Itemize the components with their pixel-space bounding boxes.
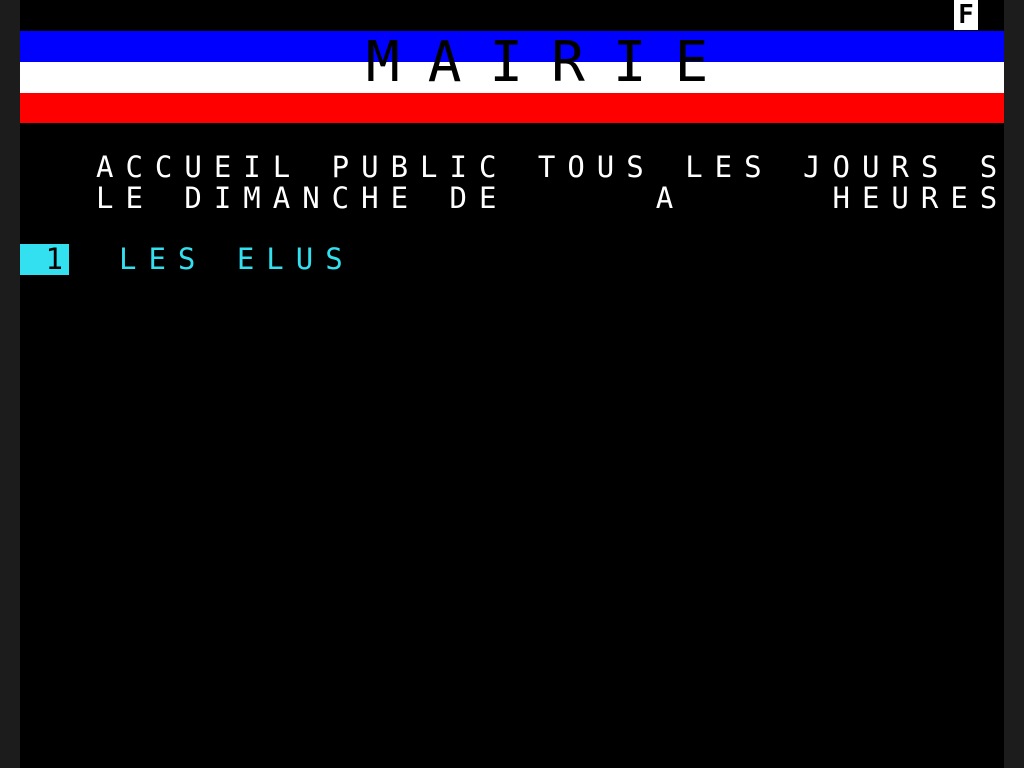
banner-red-band: [20, 93, 1004, 123]
menu-item-number: 1: [20, 244, 69, 275]
menu-item-label[interactable]: LES ELUS: [119, 244, 355, 275]
tricolor-banner: MAIRIE: [20, 31, 1004, 123]
language-badge: F: [954, 0, 978, 30]
minitel-screen: F MAIRIE ACCUEIL PUBLIC TOUS LES JOURS S…: [20, 0, 1004, 768]
opening-hours-line-2: LE DIMANCHE DE A HEURES: [96, 181, 1004, 215]
page-title: MAIRIE: [366, 30, 737, 95]
opening-hours-line-1: ACCUEIL PUBLIC TOUS LES JOURS SAUF: [96, 150, 1004, 184]
menu-item-les-elus[interactable]: 1 LES ELUS: [20, 244, 420, 275]
